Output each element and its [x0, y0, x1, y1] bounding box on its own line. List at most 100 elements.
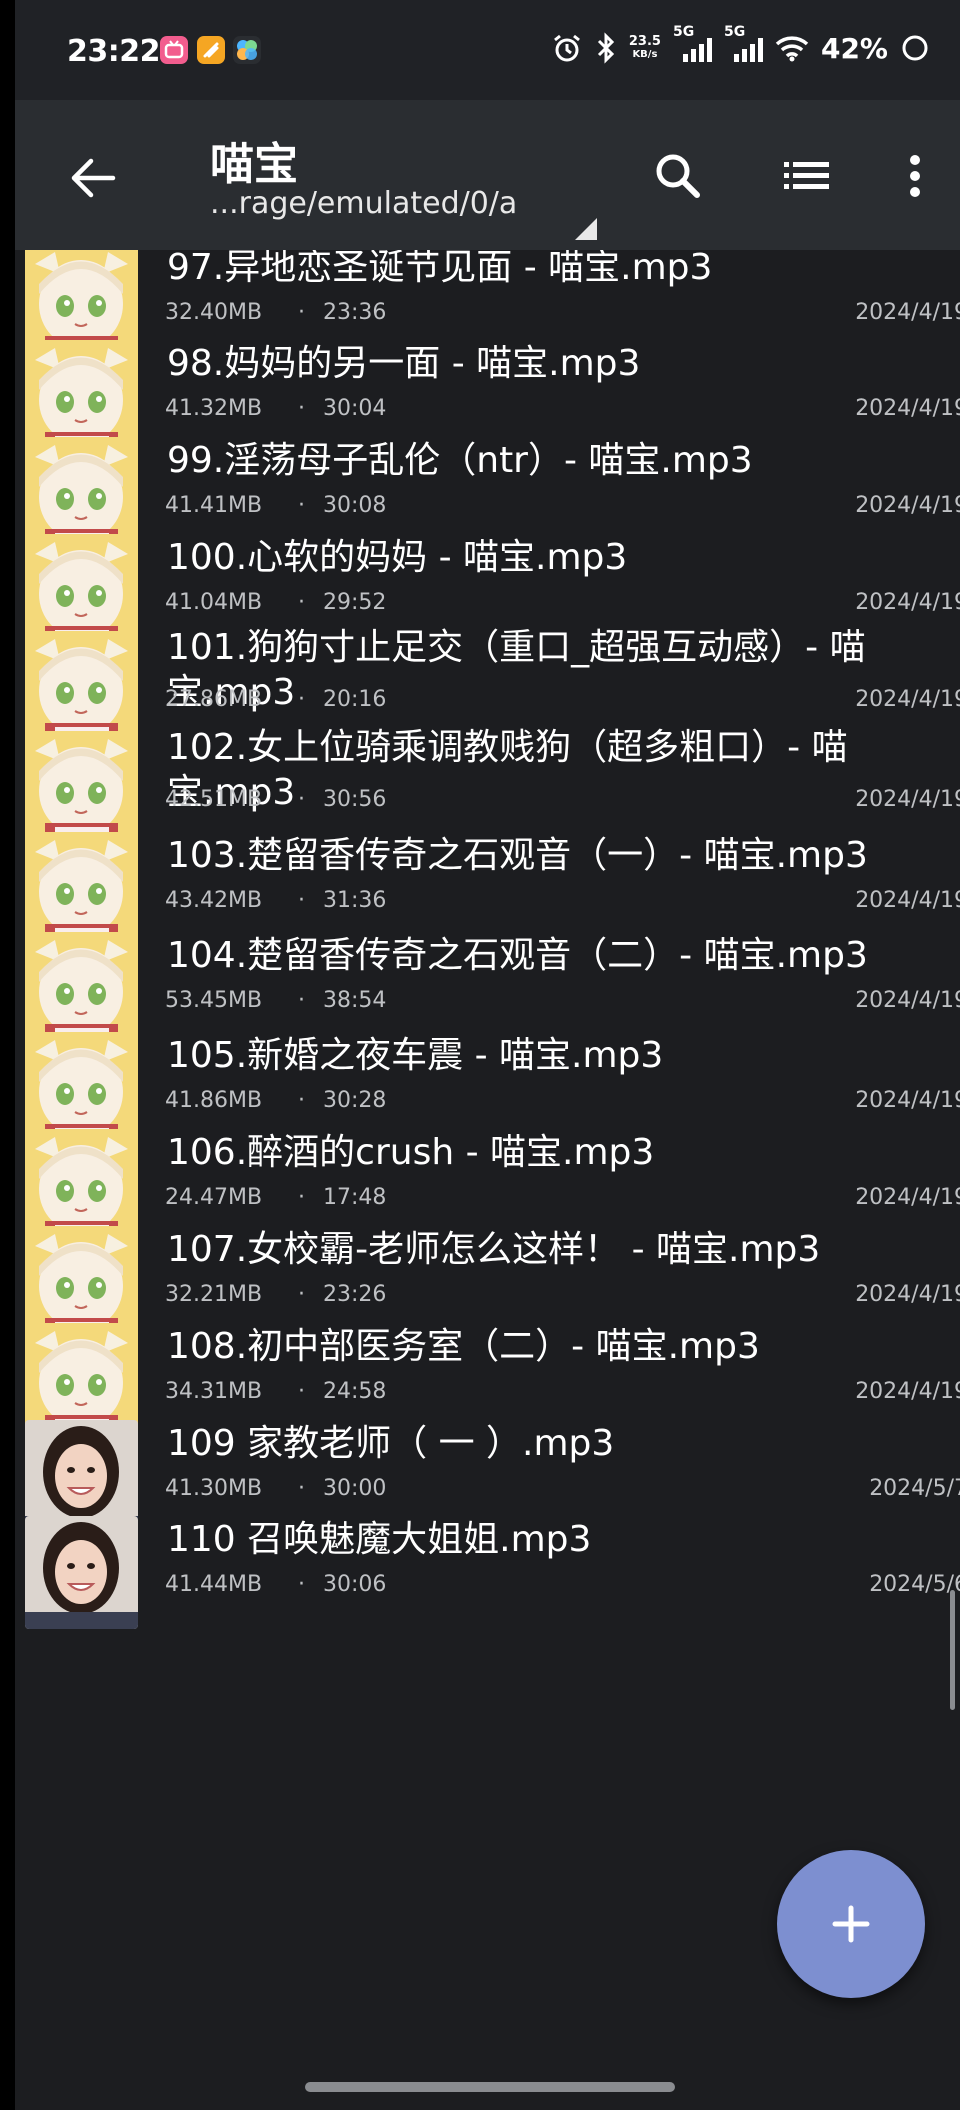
home-indicator[interactable]	[305, 2082, 675, 2092]
file-size: 41.44MB	[165, 1572, 263, 1597]
photo-cover-thumbnail[interactable]	[25, 1516, 138, 1629]
file-duration: 30:00	[323, 1476, 387, 1501]
meta-separator: ·	[298, 300, 305, 325]
puzzle-app-icon	[197, 36, 225, 64]
file-duration: 30:08	[323, 493, 387, 518]
cloud-app-icon	[233, 36, 261, 64]
folder-path[interactable]: ...rage/emulated/0/a	[210, 186, 517, 221]
scrollbar[interactable]	[950, 1590, 955, 1710]
meta-separator: ·	[298, 888, 305, 913]
app-bar: 喵宝 ...rage/emulated/0/a	[15, 100, 960, 250]
more-vert-icon	[910, 155, 920, 197]
meta-separator: ·	[298, 787, 305, 812]
status-time: 23:22	[67, 34, 161, 69]
status-indicators: 23.5 KB/s 5G 5G 42%	[551, 24, 930, 66]
file-date: 2024/4/19	[855, 1379, 960, 1404]
file-duration: 38:54	[323, 988, 387, 1013]
file-name: 98.妈妈的另一面 - 喵宝.mp3	[167, 343, 641, 384]
file-duration: 24:58	[323, 1379, 387, 1404]
file-size: 41.41MB	[165, 493, 263, 518]
file-date: 2024/4/19	[855, 396, 960, 421]
meta-separator: ·	[298, 590, 305, 615]
file-duration: 30:04	[323, 396, 387, 421]
file-name: 102.女上位骑乘调教贱狗（超多粗口）- 喵宝.mp3	[167, 727, 848, 813]
file-date: 2024/4/19	[855, 1185, 960, 1210]
file-name: 99.淫荡母子乱伦（ntr）- 喵宝.mp3	[167, 440, 753, 481]
file-browser-screen: 23:22 23.5 KB/s 5G 5G 42% 喵宝 ...rage/emu…	[15, 0, 960, 2110]
bluetooth-icon	[597, 32, 615, 64]
add-fab-button[interactable]	[777, 1850, 925, 1998]
file-size: 41.32MB	[165, 396, 263, 421]
file-duration: 31:36	[323, 888, 387, 913]
file-date: 2024/4/19	[855, 687, 960, 712]
file-name: 103.楚留香传奇之石观音（一）- 喵宝.mp3	[167, 835, 868, 876]
file-name: 100.心软的妈妈 - 喵宝.mp3	[167, 537, 628, 578]
battery-ring-icon	[902, 35, 928, 61]
meta-separator: ·	[298, 1572, 305, 1597]
meta-separator: ·	[298, 1185, 305, 1210]
wifi-icon	[775, 36, 809, 62]
file-duration: 17:48	[323, 1185, 387, 1210]
file-size: 41.30MB	[165, 1476, 263, 1501]
file-size: 27.86MB	[165, 687, 263, 712]
file-size: 41.86MB	[165, 1088, 263, 1113]
file-name: 101.狗狗寸止足交（重口_超强互动感）- 喵宝.mp3	[167, 627, 866, 713]
meta-separator: ·	[298, 396, 305, 421]
file-duration: 30:56	[323, 787, 387, 812]
alarm-icon	[553, 34, 580, 62]
bilibili-icon	[160, 36, 188, 64]
file-size: 42.51MB	[165, 787, 263, 812]
file-row[interactable]: 110 召唤魅魔大姐姐.mp3 41.44MB · 30:06 2024/5/6	[15, 1512, 960, 1642]
battery-level: 42%	[820, 31, 888, 65]
file-date: 2024/4/19	[855, 787, 960, 812]
folder-title: 喵宝	[210, 139, 298, 190]
meta-separator: ·	[298, 1476, 305, 1501]
file-date: 2024/5/6	[869, 1572, 960, 1597]
file-date: 2024/4/19	[855, 1282, 960, 1307]
meta-separator: ·	[298, 1282, 305, 1307]
file-duration: 30:28	[323, 1088, 387, 1113]
back-button[interactable]	[63, 148, 123, 208]
sim1-signal: 5G	[673, 24, 712, 66]
file-date: 2024/5/7	[869, 1476, 960, 1501]
file-size: 43.42MB	[165, 888, 263, 913]
file-duration: 29:52	[323, 590, 387, 615]
file-name: 97.异地恋圣诞节见面 - 喵宝.mp3	[167, 250, 713, 288]
sim2-signal: 5G	[724, 24, 763, 66]
file-name: 108.初中部医务室（二）- 喵宝.mp3	[167, 1326, 760, 1367]
file-name: 105.新婚之夜车震 - 喵宝.mp3	[167, 1035, 664, 1076]
network-speed: 23.5 KB/s	[628, 34, 661, 60]
file-duration: 30:06	[323, 1572, 387, 1597]
view-mode-button[interactable]	[780, 148, 836, 204]
search-button[interactable]	[650, 148, 706, 204]
arrow-left-icon	[71, 158, 116, 198]
file-date: 2024/4/19	[855, 300, 960, 325]
file-size: 24.47MB	[165, 1185, 263, 1210]
meta-separator: ·	[298, 988, 305, 1013]
file-date: 2024/4/19	[855, 988, 960, 1013]
file-name: 106.醉酒的crush - 喵宝.mp3	[167, 1132, 655, 1173]
path-dropdown-icon[interactable]	[575, 218, 597, 240]
file-size: 32.40MB	[165, 300, 263, 325]
file-size: 34.31MB	[165, 1379, 263, 1404]
file-name: 107.女校霸-老师怎么这样！ - 喵宝.mp3	[167, 1229, 821, 1270]
file-date: 2024/4/19	[855, 493, 960, 518]
meta-separator: ·	[298, 493, 305, 518]
file-name: 110 召唤魅魔大姐姐.mp3	[167, 1519, 592, 1560]
file-duration: 23:26	[323, 1282, 387, 1307]
file-list[interactable]: 97.异地恋圣诞节见面 - 喵宝.mp3 32.40MB · 23:36 2024/4/…	[15, 250, 960, 2110]
file-size: 53.45MB	[165, 988, 263, 1013]
file-size: 32.21MB	[165, 1282, 263, 1307]
file-duration: 23:36	[323, 300, 387, 325]
file-date: 2024/4/19	[855, 888, 960, 913]
meta-separator: ·	[298, 1088, 305, 1113]
file-date: 2024/4/19	[855, 590, 960, 615]
file-duration: 20:16	[323, 687, 387, 712]
file-name: 104.楚留香传奇之石观音（二）- 喵宝.mp3	[167, 935, 868, 976]
file-name: 109 家教老师（ 一 ）.mp3	[167, 1423, 615, 1464]
file-size: 41.04MB	[165, 590, 263, 615]
status-bar: 23:22 23.5 KB/s 5G 5G 42%	[15, 0, 960, 100]
more-options-button[interactable]	[895, 148, 935, 204]
file-date: 2024/4/19	[855, 1088, 960, 1113]
search-icon	[656, 154, 700, 198]
